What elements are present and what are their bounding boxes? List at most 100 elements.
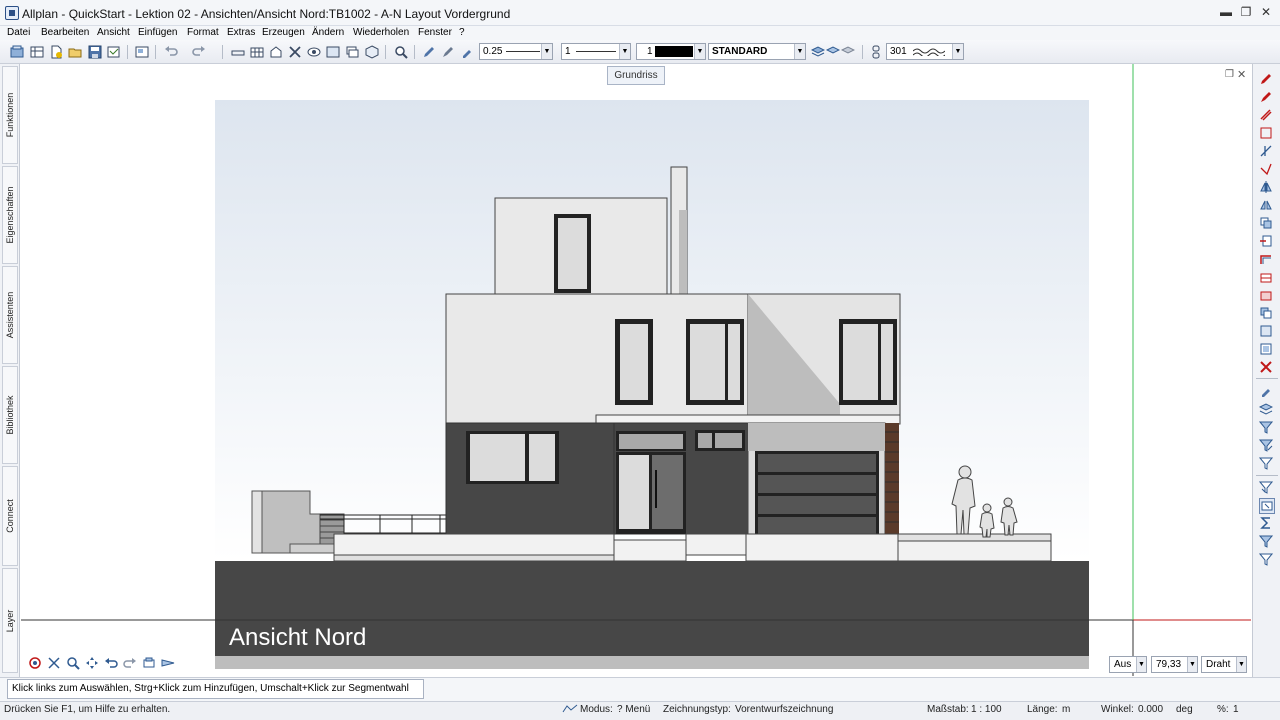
menu-einfuegen[interactable]: Einfügen [138, 26, 177, 39]
print-view-icon[interactable] [142, 656, 158, 672]
layout-icon[interactable] [134, 44, 150, 60]
duplicate-icon[interactable] [1259, 216, 1275, 232]
zoom-extents-icon[interactable] [47, 656, 63, 672]
grundriss-tooltip[interactable]: Grundriss [607, 66, 665, 85]
menu-fenster[interactable]: Fenster [418, 26, 452, 39]
tools-icon[interactable] [287, 44, 303, 60]
tab-assistenten[interactable]: Assistenten [2, 266, 18, 364]
line-color-select[interactable]: 1 ▼ [636, 43, 706, 60]
menu-wiederholen[interactable]: Wiederholen [353, 26, 409, 39]
chevron-down-icon[interactable]: ▼ [952, 44, 963, 59]
menu-format[interactable]: Format [187, 26, 219, 39]
line-type-select[interactable]: 1 ▼ [561, 43, 631, 60]
project-open-icon[interactable] [9, 44, 25, 60]
funnel-icon[interactable] [1258, 534, 1275, 550]
layers-icon[interactable] [344, 44, 360, 60]
menu-erzeugen[interactable]: Erzeugen [262, 26, 305, 39]
undo-icon[interactable] [163, 44, 179, 60]
save-icon[interactable] [87, 44, 103, 60]
section-mode-select[interactable]: Aus ▼ [1109, 656, 1147, 673]
filter-structure-icon[interactable] [1258, 480, 1275, 496]
red-pencil-icon[interactable] [1259, 90, 1275, 106]
mirror-icon[interactable] [1259, 180, 1275, 196]
sum-filter-icon[interactable] [1259, 516, 1275, 532]
new-document-icon[interactable] [48, 44, 64, 60]
restore-button[interactable]: ❐ [1238, 5, 1254, 19]
laenge-value[interactable]: m [1062, 704, 1070, 715]
chevron-down-icon[interactable]: ▼ [694, 44, 705, 59]
chevron-down-icon[interactable]: ▼ [794, 44, 805, 59]
viewport-close-icon[interactable]: ✕ [1237, 68, 1246, 81]
group-icon[interactable] [1259, 324, 1275, 340]
rotate-copy-icon[interactable] [1259, 198, 1275, 214]
close-button[interactable]: ✕ [1258, 5, 1274, 19]
layer-transfer-icon[interactable] [1259, 306, 1275, 322]
chevron-down-icon[interactable]: ▼ [1236, 657, 1246, 672]
menu-help[interactable]: ? [459, 26, 465, 39]
format-pen-icon[interactable] [421, 44, 437, 60]
menu-ansicht[interactable]: Ansicht [97, 26, 130, 39]
filter-element-icon[interactable] [1258, 420, 1275, 436]
chevron-down-icon[interactable]: ▼ [1136, 657, 1146, 672]
pen-thickness-select[interactable]: 0.25 ▼ [479, 43, 553, 60]
select-mode-icon[interactable] [1259, 498, 1275, 514]
zoom-icon[interactable] [393, 44, 409, 60]
trim-icon[interactable] [1259, 144, 1275, 160]
navigation-target-icon[interactable] [28, 656, 44, 672]
cube-icon[interactable] [364, 44, 380, 60]
modus-value[interactable]: ? Menü [617, 704, 650, 715]
redo-icon[interactable] [191, 44, 207, 60]
allplan-app-icon[interactable] [5, 6, 19, 20]
next-view-icon[interactable] [123, 656, 139, 672]
filter-pen-icon[interactable] [1258, 438, 1275, 454]
layer-select[interactable]: STANDARD ▼ [708, 43, 806, 60]
red-pen-icon[interactable] [1259, 72, 1275, 88]
drawing-files-icon[interactable] [29, 44, 45, 60]
building-structure-icon[interactable] [268, 44, 284, 60]
tab-bibliothek[interactable]: Bibliothek [2, 366, 18, 464]
render-mode-select[interactable]: Draht ▼ [1201, 656, 1247, 673]
move-icon[interactable] [1259, 234, 1275, 250]
funnel-outline-icon[interactable] [1258, 552, 1275, 568]
window-icon[interactable] [325, 44, 341, 60]
zoom-window-icon[interactable] [66, 656, 82, 672]
area-edit-icon[interactable] [1259, 288, 1275, 304]
filter-layer-icon[interactable] [1258, 402, 1275, 418]
previous-view-icon[interactable] [104, 656, 120, 672]
delete-icon[interactable] [1259, 360, 1275, 376]
massstab-value[interactable]: 1 : 100 [971, 704, 1002, 715]
chain-icon[interactable] [868, 44, 884, 60]
tab-funktionen[interactable]: Funktionen [2, 66, 18, 164]
menu-extras[interactable]: Extras [227, 26, 255, 39]
view-direction-icon[interactable] [161, 656, 177, 672]
chevron-down-icon[interactable]: ▼ [1187, 657, 1197, 672]
pipette-icon[interactable] [1259, 384, 1275, 400]
menu-aendern[interactable]: Ändern [312, 26, 344, 39]
cut-line-icon[interactable] [230, 44, 246, 60]
hatch-edit-icon[interactable] [1259, 270, 1275, 286]
tab-layer[interactable]: Layer [2, 568, 18, 673]
winkel-value[interactable]: 0.000 [1138, 704, 1163, 715]
menu-datei[interactable]: Datei [7, 26, 30, 39]
zoom-scale-select[interactable]: 79,33 ▼ [1151, 656, 1198, 673]
layer-visibility-icon[interactable] [825, 44, 841, 60]
extend-icon[interactable] [1259, 162, 1275, 178]
tab-connect[interactable]: Connect [2, 466, 18, 566]
tab-eigenschaften[interactable]: Eigenschaften [2, 166, 18, 264]
layer-settings-icon[interactable] [810, 44, 826, 60]
grid-icon[interactable] [249, 44, 265, 60]
layer-lock-icon[interactable] [840, 44, 856, 60]
hatch-pattern-select[interactable]: 301 ▼ [886, 43, 964, 60]
menu-bearbeiten[interactable]: Bearbeiten [41, 26, 89, 39]
open-folder-icon[interactable] [67, 44, 83, 60]
drawing-viewport[interactable] [21, 64, 1251, 677]
stretch-icon[interactable] [1259, 126, 1275, 142]
copy-transform-icon[interactable] [1259, 108, 1275, 124]
offset-icon[interactable] [1259, 252, 1275, 268]
pipette-icon[interactable] [459, 44, 475, 60]
save-as-icon[interactable] [106, 44, 122, 60]
chevron-down-icon[interactable]: ▼ [541, 44, 552, 59]
viewport-restore-icon[interactable]: ❐ [1225, 69, 1234, 80]
view-icon[interactable] [306, 44, 322, 60]
pencil-icon[interactable] [440, 44, 456, 60]
